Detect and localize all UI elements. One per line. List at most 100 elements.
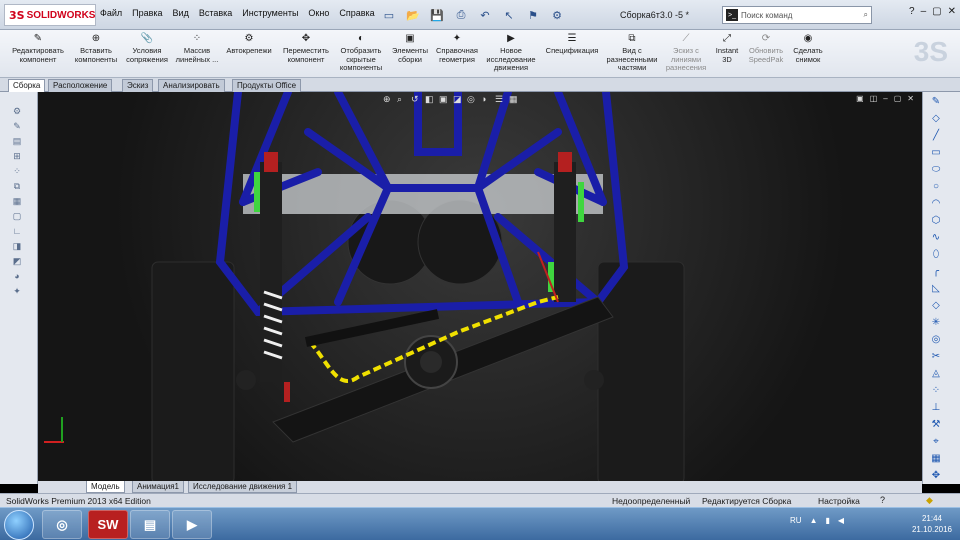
linear-pattern-button[interactable]: ⁘ Массив линейных ...	[174, 32, 220, 64]
viewport-minimize-icon[interactable]: –	[883, 94, 887, 103]
ellipse-icon[interactable]: ⬯	[929, 249, 943, 264]
viewport-restore-icon[interactable]: ▣	[856, 94, 864, 103]
exploded-view-button[interactable]: ⧉ Вид с разнесенными частями	[604, 32, 660, 73]
mate-icon[interactable]: ⊞	[10, 151, 24, 163]
circle-icon[interactable]: ○	[929, 181, 943, 196]
edit-component-button[interactable]: ✎ Редактировать компонент	[6, 32, 70, 64]
instant-3d-button[interactable]: ⤢ Instant 3D	[712, 32, 742, 64]
view-settings-icon[interactable]: ▦	[509, 94, 519, 104]
spline-icon[interactable]: ∿	[929, 232, 943, 247]
help-icon[interactable]: ?	[880, 495, 885, 505]
menu-view[interactable]: Вид	[173, 8, 189, 18]
command-search[interactable]: >_ Поиск команд ⌕	[722, 6, 872, 24]
solidworks-logo[interactable]: 3S SOLIDWORKS	[4, 4, 96, 26]
tab-evaluate[interactable]: Анализировать	[158, 79, 225, 92]
tab-sketch[interactable]: Эскиз	[122, 79, 154, 92]
pattern-icon[interactable]: ⁘	[10, 166, 24, 178]
viewport-maximize-icon[interactable]: ▢	[894, 94, 902, 103]
start-button[interactable]	[4, 510, 34, 540]
save-icon[interactable]: 💾	[428, 6, 446, 24]
network-icon[interactable]: ▮	[825, 516, 829, 525]
pattern-icon[interactable]: ⁘	[929, 385, 943, 400]
tab-office-products[interactable]: Продукты Office	[232, 79, 302, 92]
volume-icon[interactable]: ◀	[838, 516, 844, 525]
component-icon[interactable]: ▤	[10, 136, 24, 148]
search-icon[interactable]: ⌕	[864, 10, 868, 20]
minimize-icon[interactable]: –	[921, 6, 927, 17]
explorer-icon[interactable]: ▤	[130, 510, 170, 539]
options-icon[interactable]: ⚙	[548, 6, 566, 24]
explode-line-sketch-button[interactable]: ⟋ Эскиз с линиями разнесения	[662, 32, 710, 73]
new-document-icon[interactable]: ▭	[380, 6, 398, 24]
section-view-icon[interactable]: ◧	[425, 94, 435, 104]
traffic-light-icon[interactable]: ⚑	[524, 6, 542, 24]
grid-icon[interactable]: ▦	[929, 453, 943, 468]
language-indicator[interactable]: RU	[790, 516, 802, 525]
show-hidden-components-button[interactable]: ◐ Отобразить скрытые компоненты	[336, 32, 386, 73]
settings-text[interactable]: Настройка	[818, 496, 860, 506]
menu-insert[interactable]: Вставка	[199, 8, 232, 18]
tab-layout[interactable]: Расположение	[48, 79, 113, 92]
media-icon[interactable]: ▶	[172, 510, 212, 539]
view-orientation-icon[interactable]: ▣	[439, 94, 449, 104]
move-entities-icon[interactable]: ✥	[929, 470, 943, 485]
select-cursor-icon[interactable]: ↖	[500, 6, 518, 24]
mate-button[interactable]: 📎 Условия сопряжения	[122, 32, 172, 64]
previous-view-icon[interactable]: ↺	[411, 94, 421, 104]
cube-icon[interactable]: ◩	[10, 256, 24, 268]
chrome-icon[interactable]: ◎	[42, 510, 82, 539]
trim-icon[interactable]: ✂	[929, 351, 943, 366]
layer-icon[interactable]: ▦	[10, 196, 24, 208]
menu-edit[interactable]: Правка	[132, 8, 162, 18]
viewport-close-icon[interactable]: ✕	[907, 94, 914, 103]
tab-model[interactable]: Модель	[86, 481, 125, 493]
assembly-icon[interactable]: ⚙	[10, 106, 24, 118]
assembly-features-button[interactable]: ▣ Элементы сборки	[388, 32, 432, 64]
menu-tools[interactable]: Инструменты	[242, 8, 298, 18]
appearance-icon[interactable]: ◑	[481, 94, 491, 104]
graphics-area[interactable]: ⊕ ⌕ ↺ ◧ ▣ ◪ ◎ ◑ ☰ ▦ ▣ ◫ – ▢ ✕	[38, 92, 922, 484]
scene-icon[interactable]: ☰	[495, 94, 505, 104]
zoom-area-icon[interactable]: ⌕	[397, 94, 407, 104]
box-icon[interactable]: ▢	[10, 211, 24, 223]
hide-show-icon[interactable]: ◎	[467, 94, 477, 104]
update-speedpak-button[interactable]: ⟳ Обновить SpeedPak	[746, 32, 786, 64]
relation-icon[interactable]: ⊥	[929, 402, 943, 417]
repair-icon[interactable]: ⚒	[929, 419, 943, 434]
copy-icon[interactable]: ⧉	[10, 181, 24, 193]
sketch-icon[interactable]: ✎	[929, 96, 943, 111]
edit-icon[interactable]: ✎	[10, 121, 24, 133]
quick-snap-icon[interactable]: ⌖	[929, 436, 943, 451]
menu-file[interactable]: Файл	[100, 8, 122, 18]
solidworks-taskbar-icon[interactable]: SW	[88, 510, 128, 539]
take-snapshot-button[interactable]: ◉ Сделать снимок	[790, 32, 826, 64]
color-icon[interactable]: ◕	[10, 271, 24, 283]
rebuild-icon[interactable]: ◆	[926, 495, 933, 506]
bill-of-materials-button[interactable]: ☰ Спецификация	[542, 32, 602, 56]
menu-window[interactable]: Окно	[308, 8, 329, 18]
reference-geometry-button[interactable]: ✦ Справочная геометрия	[434, 32, 480, 64]
new-motion-study-button[interactable]: ▶ Новое исследование движения	[484, 32, 538, 73]
open-folder-icon[interactable]: 📂	[404, 6, 422, 24]
tray-expand-icon[interactable]: ▲	[810, 516, 818, 525]
mirror-icon[interactable]: ◬	[929, 368, 943, 383]
maximize-icon[interactable]: ▢	[932, 6, 941, 17]
slot-icon[interactable]: ⬭	[929, 164, 943, 179]
pin-icon[interactable]: ✦	[10, 286, 24, 298]
print-icon[interactable]: ⎙	[452, 6, 470, 24]
point-icon[interactable]: ✳	[929, 317, 943, 332]
move-component-button[interactable]: ✥ Переместить компонент	[278, 32, 334, 64]
clock[interactable]: 21:44 21.10.2016	[912, 513, 952, 535]
menu-help[interactable]: Справка	[339, 8, 374, 18]
display-style-icon[interactable]: ◪	[453, 94, 463, 104]
view-icon[interactable]: ◨	[10, 241, 24, 253]
close-icon[interactable]: ✕	[948, 6, 956, 17]
polygon-icon[interactable]: ⬡	[929, 215, 943, 230]
rectangle-icon[interactable]: ▭	[929, 147, 943, 162]
arc-icon[interactable]: ◠	[929, 198, 943, 213]
line-icon[interactable]: ╱	[929, 130, 943, 145]
tab-motion-study[interactable]: Исследование движения 1	[188, 481, 298, 493]
undo-icon[interactable]: ↶	[476, 6, 494, 24]
search-input[interactable]: Поиск команд	[741, 11, 792, 20]
tab-animation[interactable]: Анимация1	[132, 481, 185, 493]
